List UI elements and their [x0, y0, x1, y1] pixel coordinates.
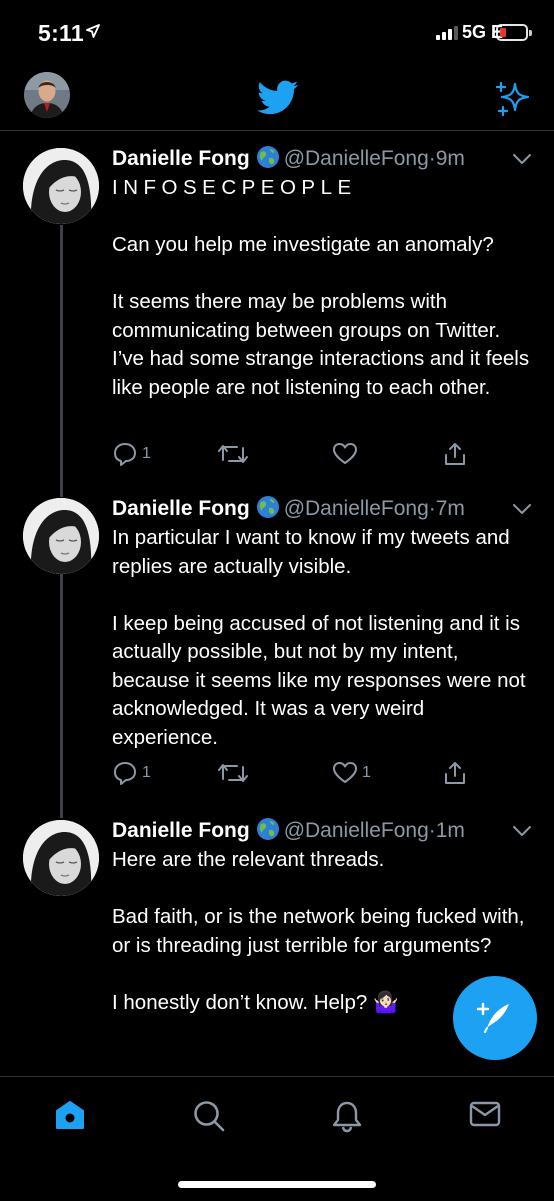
- tweet-timestamp[interactable]: 7m: [436, 497, 465, 520]
- share-icon: [445, 762, 465, 784]
- shrug-emoji: 🤷🏻‍♀️: [372, 990, 399, 1014]
- notifications-icon[interactable]: [331, 1099, 363, 1133]
- tweet-header: Danielle Fong @DanielleFong·1m: [112, 817, 465, 845]
- separator: ·: [428, 497, 436, 520]
- author-handle[interactable]: @DanielleFong: [284, 497, 429, 520]
- top-navigation-bar: [0, 70, 554, 131]
- share-button[interactable]: [442, 760, 468, 786]
- tweet-timestamp[interactable]: 1m: [436, 819, 465, 842]
- signal-strength-icon: [436, 26, 458, 40]
- share-button[interactable]: [442, 441, 468, 467]
- like-button[interactable]: [332, 441, 362, 467]
- reply-icon: [114, 762, 136, 785]
- tweet-text: In particular I want to know if my tweet…: [112, 526, 526, 749]
- heart-icon: [333, 762, 357, 783]
- home-indicator[interactable]: [178, 1181, 376, 1188]
- tweet-timestamp[interactable]: 9m: [436, 147, 465, 170]
- tweet-first-line: INFOSECPEOPLE: [112, 176, 357, 199]
- share-icon: [445, 443, 465, 465]
- author-avatar[interactable]: [23, 820, 99, 896]
- thread-connector: [60, 548, 63, 818]
- reply-button[interactable]: 1: [112, 441, 151, 467]
- reply-count: 1: [142, 445, 151, 462]
- tweet-actions: 1: [112, 441, 472, 471]
- search-icon[interactable]: [192, 1099, 226, 1133]
- reply-button[interactable]: 1: [112, 760, 151, 786]
- twitter-bird-icon[interactable]: [257, 80, 299, 116]
- separator: ·: [428, 147, 436, 170]
- author-avatar[interactable]: [23, 148, 99, 224]
- messages-icon[interactable]: [469, 1099, 501, 1129]
- globe-emoji-icon: [256, 496, 279, 518]
- chevron-down-icon[interactable]: [512, 153, 532, 165]
- tweet-text-content: Here are the relevant threads. Bad faith…: [112, 848, 525, 1014]
- retweet-icon: [218, 764, 248, 782]
- tweet-header: Danielle Fong @DanielleFong·9m: [112, 145, 465, 173]
- retweet-button[interactable]: [218, 760, 252, 786]
- compose-tweet-button[interactable]: [453, 976, 537, 1060]
- author-handle[interactable]: @DanielleFong: [284, 819, 429, 842]
- retweet-button[interactable]: [218, 441, 252, 467]
- globe-emoji-icon: [256, 818, 279, 840]
- home-icon[interactable]: [54, 1099, 86, 1131]
- location-arrow-icon: [86, 24, 100, 38]
- author-name[interactable]: Danielle Fong: [112, 147, 250, 170]
- tweet-text: Can you help me investigate an anomaly? …: [112, 233, 530, 399]
- status-time: 5:11: [38, 20, 84, 46]
- heart-icon: [333, 443, 357, 464]
- author-avatar[interactable]: [23, 498, 99, 574]
- sparkle-icon[interactable]: [494, 80, 532, 118]
- battery-nub: [529, 30, 532, 36]
- chevron-down-icon[interactable]: [512, 825, 532, 837]
- compose-tweet-icon: [476, 1002, 509, 1033]
- like-button[interactable]: 1: [332, 760, 371, 786]
- status-bar: 5:11 5G E: [0, 0, 554, 70]
- profile-avatar[interactable]: [24, 72, 70, 118]
- tweet-actions: 1 1: [112, 760, 472, 790]
- tweet-header: Danielle Fong @DanielleFong·7m: [112, 495, 465, 523]
- author-name[interactable]: Danielle Fong: [112, 819, 250, 842]
- thread-connector: [60, 225, 63, 497]
- battery-icon: [496, 24, 528, 41]
- like-count: 1: [362, 764, 371, 781]
- separator: ·: [428, 819, 436, 842]
- author-handle[interactable]: @DanielleFong: [284, 147, 429, 170]
- chevron-down-icon[interactable]: [512, 503, 532, 515]
- globe-emoji-icon: [256, 146, 279, 168]
- reply-icon: [114, 443, 136, 466]
- retweet-icon: [218, 445, 248, 463]
- reply-count: 1: [142, 764, 151, 781]
- author-name[interactable]: Danielle Fong: [112, 497, 250, 520]
